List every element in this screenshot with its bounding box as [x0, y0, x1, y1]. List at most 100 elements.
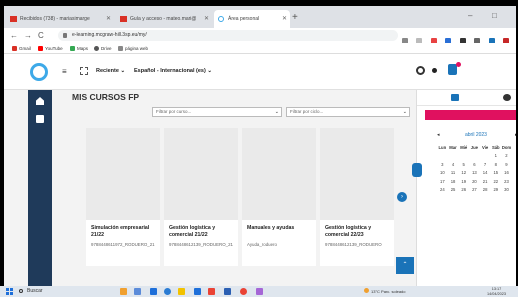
calendar-day[interactable]: 2 — [501, 152, 512, 161]
minimize-button[interactable]: – — [468, 11, 472, 21]
course-card[interactable]: Manuales y ayudas Ayuda_roduero — [242, 128, 316, 266]
course-title[interactable]: Simulación empresarial 21/22 — [91, 225, 157, 238]
calendar-day[interactable]: 8 — [490, 160, 501, 169]
windows-start-icon[interactable] — [6, 288, 13, 295]
taskbar-search[interactable]: Buscar — [18, 287, 108, 296]
menu-icon[interactable]: ≡ — [62, 68, 67, 76]
calendar-day[interactable]: 7 — [480, 160, 491, 169]
calendar-month: abril 2023 — [465, 132, 487, 138]
notifications-icon[interactable] — [416, 66, 425, 75]
calendar-day[interactable] — [480, 152, 491, 161]
calendar-day[interactable] — [469, 152, 480, 161]
moodle-logo[interactable] — [30, 63, 48, 81]
expand-icon[interactable] — [80, 67, 88, 75]
app-icon[interactable] — [120, 288, 127, 295]
calendar-day[interactable]: 3 — [437, 160, 448, 169]
course-title[interactable]: Gestión logística y comercial 22/23 — [325, 225, 391, 238]
next-month-button[interactable]: ▸ — [515, 132, 516, 138]
scroll-to-top-button[interactable]: ⌃ — [396, 257, 414, 274]
calendar-day[interactable] — [458, 152, 469, 161]
calendar-day[interactable]: 15 — [490, 169, 501, 178]
tab-guia[interactable]: Guía y acceso - mateo.mari@ ✕ — [116, 10, 212, 28]
app-icon[interactable] — [208, 288, 215, 295]
prev-month-button[interactable]: ◂ — [437, 132, 440, 138]
course-title[interactable]: Manuales y ayudas — [247, 225, 313, 232]
carousel-next-button[interactable]: › — [397, 192, 407, 202]
calendar-day[interactable]: 25 — [448, 186, 459, 195]
close-icon[interactable]: ✕ — [282, 10, 287, 28]
word-icon[interactable] — [224, 288, 231, 295]
bookmark-pagina-web[interactable]: página web — [118, 43, 148, 54]
url-field[interactable]: e-learning.mcgraw-hill.3sp.eu/my/ — [58, 30, 398, 41]
tab-area-personal[interactable]: Área personal ✕ — [214, 10, 290, 28]
edge-icon[interactable] — [164, 288, 171, 295]
calendar-day[interactable]: 21 — [480, 177, 491, 186]
bookmark-drive[interactable]: Drive — [94, 43, 112, 54]
calendar-day[interactable]: 18 — [448, 177, 459, 186]
calendar-day[interactable]: 10 — [437, 169, 448, 178]
bookmark-label: Maps — [77, 46, 89, 51]
calendar-day[interactable]: 23 — [501, 177, 512, 186]
calendar-day[interactable]: 20 — [469, 177, 480, 186]
close-icon[interactable]: ✕ — [204, 10, 209, 28]
chrome-icon[interactable] — [240, 288, 247, 295]
course-card[interactable]: Gestión logística y comercial 22/23 9788… — [320, 128, 394, 266]
calendar-day[interactable]: 4 — [448, 160, 459, 169]
course-filter-select[interactable]: Filtrar por curso... ⌄ — [152, 107, 282, 117]
clock[interactable]: 13:17 14/04/2023 — [487, 287, 506, 296]
bookmark-youtube[interactable]: YouTube — [38, 43, 63, 54]
calendar-day[interactable]: 22 — [490, 177, 501, 186]
language-dropdown[interactable]: Español - Internacional (es) ⌄ — [134, 67, 212, 76]
tab-gmail[interactable]: Recibidos (738) - mariasimarge ✕ — [6, 10, 114, 28]
calendar-day[interactable]: 28 — [480, 186, 491, 195]
close-icon[interactable]: ✕ — [106, 10, 111, 28]
calendar-day[interactable]: 29 — [490, 186, 501, 195]
forward-button[interactable]: → — [24, 30, 32, 41]
nav-calendar[interactable] — [28, 110, 52, 128]
maximize-button[interactable]: □ — [492, 11, 497, 21]
calendar-day[interactable]: 19 — [458, 177, 469, 186]
grid-icon[interactable] — [451, 94, 459, 101]
left-nav-rail — [28, 90, 52, 286]
back-button[interactable]: ← — [10, 30, 18, 41]
calendar-day[interactable]: 26 — [458, 186, 469, 195]
chat-icon[interactable] — [503, 94, 511, 101]
course-title[interactable]: Gestión logística y comercial 21/22 — [169, 225, 235, 238]
calendar-day[interactable]: 14 — [480, 169, 491, 178]
calendar-day[interactable]: 16 — [501, 169, 512, 178]
dot-icon[interactable] — [432, 68, 437, 73]
calendar-day[interactable]: 12 — [458, 169, 469, 178]
task-view-icon[interactable] — [150, 288, 157, 295]
explorer-icon[interactable] — [178, 288, 185, 295]
calendar-day[interactable]: 13 — [469, 169, 480, 178]
recent-dropdown[interactable]: Reciente ⌄ — [96, 67, 125, 76]
calendar-day[interactable]: 9 — [501, 160, 512, 169]
calendar-day[interactable]: 1 — [490, 152, 501, 161]
calendar-grid: Lun Mar Mié Jue Vie Sáb Dom 1 2 3 4 5 6 … — [437, 143, 512, 194]
weather-text[interactable]: 13°C Parc. soleado — [371, 289, 406, 294]
calendar-day[interactable]: 27 — [469, 186, 480, 195]
reload-button[interactable]: C — [38, 30, 44, 41]
bookmark-gmail[interactable]: Gmail — [12, 43, 31, 54]
course-code: 9788448612139_RODUERO_21 — [169, 242, 233, 247]
calendar-day[interactable] — [448, 152, 459, 161]
course-card[interactable]: Simulación empresarial 21/22 97884486119… — [86, 128, 160, 266]
store-icon[interactable] — [194, 288, 201, 295]
course-filter-placeholder: Filtrar por curso... — [156, 109, 192, 114]
app-icon[interactable] — [134, 288, 141, 295]
calendar-day[interactable]: 11 — [448, 169, 459, 178]
nav-home[interactable] — [28, 92, 52, 110]
calendar-day[interactable]: 6 — [469, 160, 480, 169]
calendar-day[interactable]: 30 — [501, 186, 512, 195]
bookmark-maps[interactable]: Maps — [70, 43, 88, 54]
calendar-day[interactable] — [437, 152, 448, 161]
weekday: Jue — [470, 144, 479, 150]
calendar-day[interactable]: 24 — [437, 186, 448, 195]
calendar-day[interactable]: 17 — [437, 177, 448, 186]
app-icon[interactable] — [256, 288, 263, 295]
drawer-toggle-button[interactable] — [412, 163, 422, 177]
new-tab-button[interactable]: + — [292, 11, 298, 25]
course-card[interactable]: Gestión logística y comercial 21/22 9788… — [164, 128, 238, 266]
cycle-filter-select[interactable]: Filtrar por ciclo... ⌄ — [286, 107, 410, 117]
calendar-day[interactable]: 5 — [458, 160, 469, 169]
